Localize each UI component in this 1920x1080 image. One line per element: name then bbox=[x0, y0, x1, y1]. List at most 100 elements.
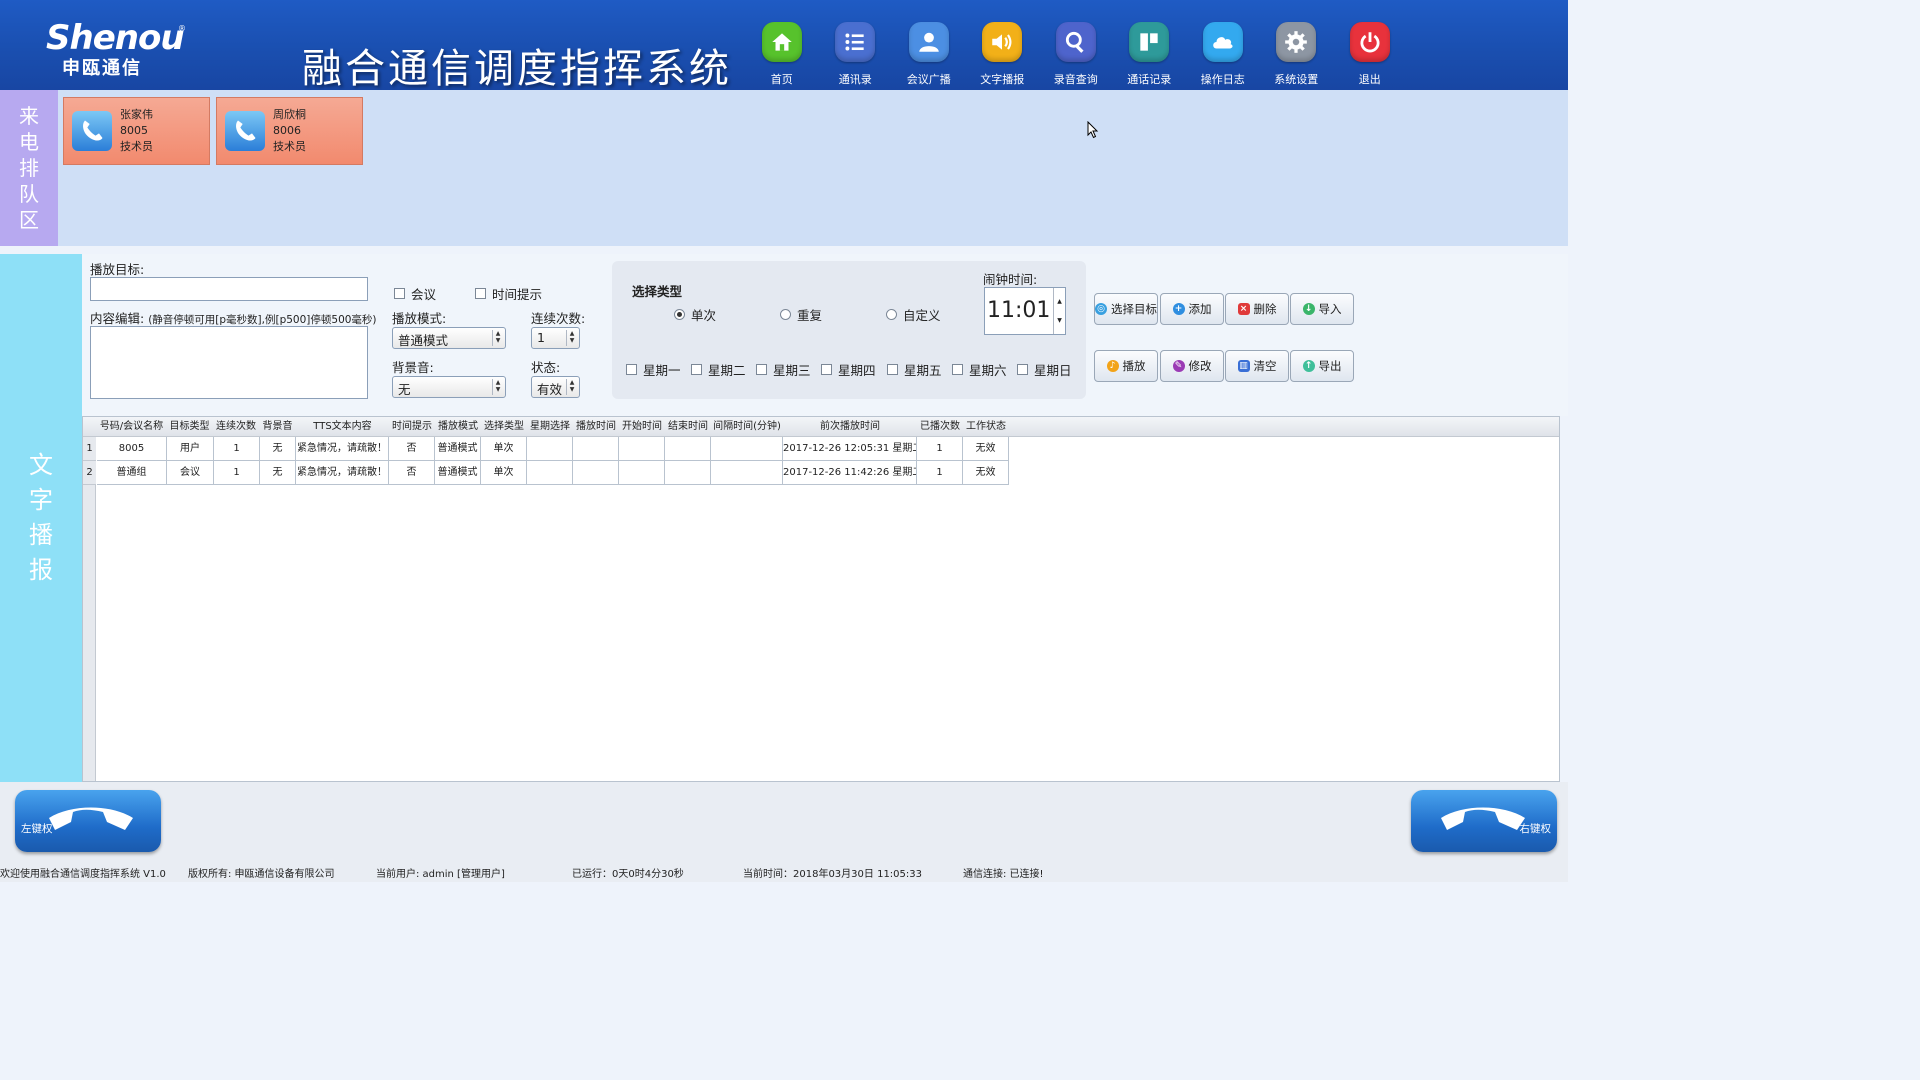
nav-conference[interactable]: 会议广播 bbox=[892, 22, 966, 87]
column-header[interactable]: 选择类型 bbox=[481, 417, 527, 437]
radio-label: 重复 bbox=[797, 308, 823, 323]
table-cell: 无效 bbox=[963, 437, 1009, 461]
table-cell: 无效 bbox=[963, 461, 1009, 485]
radio-custom[interactable]: 自定义 bbox=[886, 305, 941, 324]
weekday-checkbox-wed[interactable]: 星期三 bbox=[756, 360, 811, 379]
column-header[interactable]: 播放模式 bbox=[435, 417, 481, 437]
weekday-checkbox-sun[interactable]: 星期日 bbox=[1017, 360, 1072, 379]
play-button[interactable]: ♪ 播放 bbox=[1094, 350, 1158, 382]
radio-dot bbox=[886, 309, 897, 320]
weekday-checkbox-fri[interactable]: 星期五 bbox=[887, 360, 942, 379]
nav-text-broadcast[interactable]: 文字播报 bbox=[966, 22, 1040, 87]
bg-sound-select[interactable]: 无 ▲ ▼ bbox=[392, 376, 506, 398]
bg-sound-label: 背景音: bbox=[392, 360, 434, 375]
board-icon bbox=[1129, 22, 1170, 62]
column-header[interactable]: 号码/会议名称 bbox=[97, 417, 166, 437]
app-title: 融合通信调度指挥系统 bbox=[302, 46, 732, 92]
delete-button[interactable]: × 删除 bbox=[1225, 293, 1289, 325]
column-header[interactable]: 目标类型 bbox=[166, 417, 213, 437]
button-label: 导入 bbox=[1318, 302, 1342, 316]
queue-tab-char: 队 bbox=[19, 182, 39, 206]
button-label: 选择目标 bbox=[1111, 302, 1157, 316]
table-cell: 单次 bbox=[481, 461, 527, 485]
users-icon bbox=[908, 22, 949, 62]
radio-repeat[interactable]: 重复 bbox=[780, 305, 822, 324]
content-textarea[interactable] bbox=[90, 326, 368, 399]
nav-recording-search[interactable]: 录音查询 bbox=[1039, 22, 1113, 87]
caller-name: 周欣桐 bbox=[273, 108, 306, 121]
modify-button[interactable]: ✎ 修改 bbox=[1160, 350, 1224, 382]
row-number: 1 bbox=[83, 437, 96, 461]
status-select[interactable]: 有效 ▲ ▼ bbox=[531, 376, 580, 398]
table-cell: 无 bbox=[260, 437, 296, 461]
radio-dot bbox=[780, 309, 791, 320]
alarm-time-input[interactable]: 11:01 ▲ ▼ bbox=[984, 287, 1066, 335]
table-cell: 2017-12-26 11:42:26 星期二 bbox=[783, 461, 917, 485]
column-header[interactable]: 背景音 bbox=[259, 417, 296, 437]
column-header[interactable]: 间隔时间(分钟) bbox=[711, 417, 783, 437]
select-target-button[interactable]: ◎ 选择目标 bbox=[1094, 293, 1158, 325]
table-cell: 2017-12-26 12:05:31 星期二 bbox=[783, 437, 917, 461]
time-hint-checkbox[interactable]: 时间提示 bbox=[475, 284, 542, 303]
edit-icon: ✎ bbox=[1172, 360, 1185, 372]
clear-button[interactable]: ▥ 清空 bbox=[1225, 350, 1289, 382]
checkbox-box bbox=[1017, 364, 1028, 375]
mouse-cursor-icon bbox=[1087, 120, 1099, 142]
trash-icon: ▥ bbox=[1237, 360, 1250, 372]
table-cell bbox=[527, 437, 573, 461]
nav-call-records[interactable]: 通话记录 bbox=[1113, 22, 1187, 87]
radio-single[interactable]: 单次 bbox=[674, 305, 716, 324]
logo-english: Shenou bbox=[46, 18, 185, 58]
import-button[interactable]: ↓ 导入 bbox=[1290, 293, 1354, 325]
right-key-button[interactable]: 右键权 bbox=[1411, 790, 1557, 852]
weekday-checkbox-mon[interactable]: 星期一 bbox=[626, 360, 681, 379]
checkbox-label: 星期日 bbox=[1034, 363, 1072, 378]
column-header[interactable]: 前次播放时间 bbox=[783, 417, 917, 437]
nav-system-settings[interactable]: 系统设置 bbox=[1260, 22, 1334, 87]
button-label: 修改 bbox=[1188, 359, 1212, 373]
column-header[interactable]: 播放时间 bbox=[573, 417, 619, 437]
column-header[interactable]: TTS文本内容 bbox=[296, 417, 389, 437]
spinner-arrows-icon[interactable]: ▲ ▼ bbox=[1053, 288, 1065, 334]
play-mode-select[interactable]: 普通模式 ▲ ▼ bbox=[392, 327, 506, 349]
speaker-icon: ♪ bbox=[1106, 360, 1119, 372]
weekday-checkbox-tue[interactable]: 星期二 bbox=[691, 360, 746, 379]
nav-contacts[interactable]: 通讯录 bbox=[819, 22, 893, 87]
checkbox-box bbox=[952, 364, 963, 375]
app-header: Shenou 申瓯通信 ® 融合通信调度指挥系统 首页 通讯录 会议广播 文字播… bbox=[0, 0, 1568, 92]
weekday-checkbox-sat[interactable]: 星期六 bbox=[952, 360, 1007, 379]
add-button[interactable]: + 添加 bbox=[1160, 293, 1224, 325]
meeting-checkbox[interactable]: 会议 bbox=[394, 284, 436, 303]
nav-home[interactable]: 首页 bbox=[745, 22, 819, 87]
column-header[interactable]: 已播次数 bbox=[917, 417, 963, 437]
repeat-count-stepper[interactable]: 1 ▲ ▼ bbox=[531, 327, 580, 349]
nav-operation-log[interactable]: 操作日志 bbox=[1186, 22, 1260, 87]
column-header[interactable]: 工作状态 bbox=[963, 417, 1009, 437]
table-cell bbox=[665, 437, 711, 461]
column-header[interactable]: 时间提示 bbox=[389, 417, 435, 437]
nav-label: 系统设置 bbox=[1274, 73, 1319, 86]
table-cell bbox=[619, 461, 665, 485]
broadcast-table: 号码/会议名称 目标类型 连续次数 背景音 TTS文本内容 时间提示 播放模式 … bbox=[82, 416, 1560, 782]
queue-tab-char: 来 bbox=[19, 104, 39, 128]
status-uptime: 已运行：0天0时4分30秒 bbox=[572, 869, 684, 880]
column-header[interactable]: 开始时间 bbox=[619, 417, 665, 437]
weekday-checkbox-thu[interactable]: 星期四 bbox=[821, 360, 876, 379]
column-header[interactable]: 连续次数 bbox=[213, 417, 259, 437]
export-button[interactable]: ↑ 导出 bbox=[1290, 350, 1354, 382]
checkbox-box bbox=[475, 288, 486, 299]
nav-exit[interactable]: 退出 bbox=[1333, 22, 1407, 87]
column-header[interactable]: 星期选择 bbox=[527, 417, 573, 437]
column-header[interactable]: 结束时间 bbox=[665, 417, 711, 437]
left-key-button[interactable]: 左键权 bbox=[15, 790, 161, 852]
caller-card[interactable]: 张家伟 8005 技术员 bbox=[63, 97, 210, 165]
queue-tab-char: 区 bbox=[19, 208, 39, 232]
type-title: 选择类型 bbox=[632, 284, 683, 299]
target-input[interactable] bbox=[90, 277, 368, 301]
phone-icon bbox=[225, 111, 265, 151]
caller-card[interactable]: 周欣桐 8006 技术员 bbox=[216, 97, 363, 165]
table-cell: 紧急情况，请疏散！ bbox=[296, 437, 389, 461]
caller-name: 张家伟 bbox=[120, 108, 153, 121]
import-icon: ↓ bbox=[1302, 303, 1315, 315]
logo-registered-mark: ® bbox=[178, 24, 186, 33]
